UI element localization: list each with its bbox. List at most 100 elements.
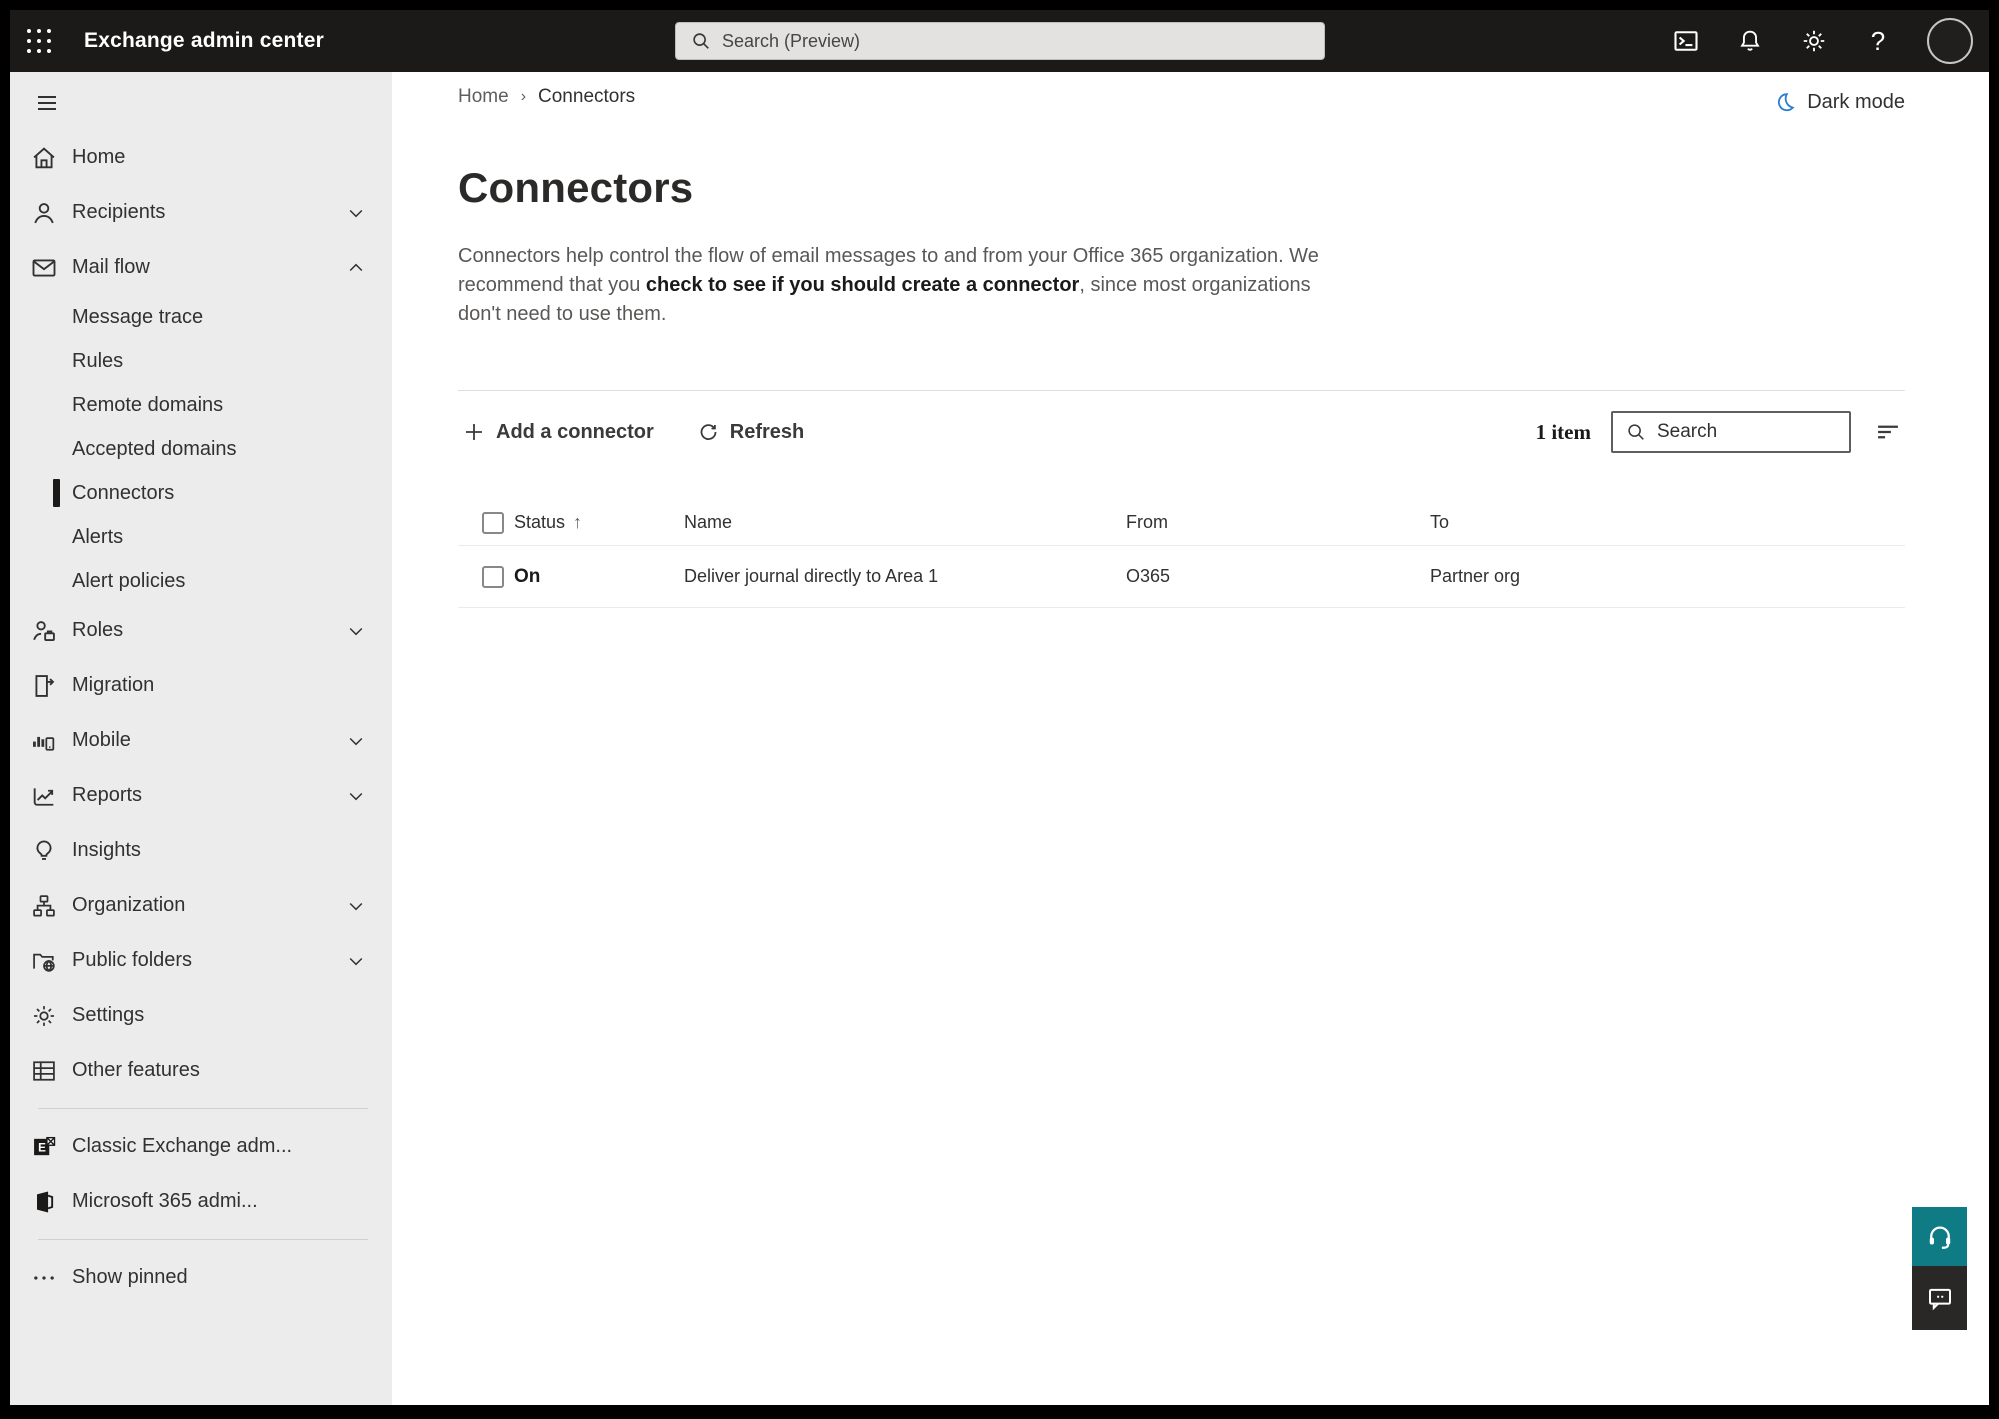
sidebar-item-organization[interactable]: Organization bbox=[10, 878, 392, 933]
filter-icon[interactable] bbox=[1871, 415, 1905, 449]
home-icon bbox=[30, 144, 58, 172]
help-icon[interactable]: ? bbox=[1863, 26, 1893, 56]
topbar: Exchange admin center Search (Preview) ? bbox=[10, 10, 1989, 72]
select-all-checkbox[interactable] bbox=[482, 511, 504, 534]
page-title: Connectors bbox=[458, 164, 694, 211]
table-grid-icon bbox=[30, 1057, 58, 1085]
sidebar-item-other-features[interactable]: Other features bbox=[10, 1043, 392, 1098]
chat-bubble-icon bbox=[1925, 1283, 1955, 1313]
sidebar-item-mobile[interactable]: Mobile bbox=[10, 713, 392, 768]
refresh-icon bbox=[696, 420, 720, 444]
sidebar-item-insights[interactable]: Insights bbox=[10, 823, 392, 878]
search-icon bbox=[1625, 421, 1647, 443]
connector-from: O365 bbox=[1126, 566, 1171, 586]
row-checkbox[interactable] bbox=[482, 565, 504, 588]
main-content: Home › Connectors Dark mode Connectors C… bbox=[392, 72, 1989, 1405]
sidebar-item-label: Microsoft 365 admi... bbox=[72, 1190, 258, 1212]
settings-gear-icon[interactable] bbox=[1799, 26, 1829, 56]
item-count: 1 item bbox=[1535, 419, 1591, 444]
avatar[interactable] bbox=[1927, 18, 1973, 64]
sidebar-item-label: Roles bbox=[72, 619, 124, 641]
app-launcher-button[interactable] bbox=[10, 10, 68, 72]
sidebar-item-label: Insights bbox=[72, 839, 141, 861]
sidebar-item-message-trace[interactable]: Message trace bbox=[10, 295, 392, 339]
sidebar-item-roles[interactable]: Roles bbox=[10, 603, 392, 658]
chevron-down-icon bbox=[346, 203, 366, 223]
plus-icon bbox=[462, 420, 486, 444]
collapse-nav-button[interactable] bbox=[32, 88, 66, 118]
breadcrumb-chevron-icon: › bbox=[520, 88, 527, 105]
exchange-admin-window: Exchange admin center Search (Preview) ?… bbox=[10, 10, 1989, 1405]
sidebar-item-recipients[interactable]: Recipients bbox=[10, 185, 392, 240]
headset-icon bbox=[1925, 1222, 1955, 1252]
chevron-down-icon bbox=[346, 731, 366, 751]
chevron-down-icon bbox=[346, 621, 366, 641]
sidebar-item-mail-flow[interactable]: Mail flow bbox=[10, 240, 392, 295]
notifications-bell-icon[interactable] bbox=[1735, 26, 1765, 56]
refresh-button[interactable]: Refresh bbox=[692, 414, 808, 450]
table-row[interactable]: On Deliver journal directly to Area 1 O3… bbox=[458, 545, 1905, 608]
line-chart-icon bbox=[30, 782, 58, 810]
sidebar-item-accepted-domains[interactable]: Accepted domains bbox=[10, 427, 392, 471]
app-launcher-icon bbox=[26, 28, 53, 55]
table-header-row: Status ↑ Name From To bbox=[458, 500, 1905, 545]
sidebar-item-label: Migration bbox=[72, 674, 155, 696]
column-header-from[interactable]: From bbox=[1126, 512, 1430, 533]
breadcrumb: Home › Connectors bbox=[458, 86, 635, 108]
sidebar-item-rules[interactable]: Rules bbox=[10, 339, 392, 383]
description-link[interactable]: check to see if you should create a conn… bbox=[646, 274, 1079, 296]
sidebar-item-label: Mail flow bbox=[72, 256, 150, 278]
search-icon bbox=[690, 30, 712, 52]
add-connector-button[interactable]: Add a connector bbox=[458, 414, 658, 450]
global-search-input[interactable] bbox=[722, 30, 1293, 52]
dark-mode-toggle[interactable]: Dark mode bbox=[1773, 90, 1905, 114]
chevron-down-icon bbox=[346, 896, 366, 916]
sidebar-item-label: Reports bbox=[72, 784, 143, 806]
selected-indicator bbox=[53, 479, 60, 507]
sidebar-item-public-folders[interactable]: Public folders bbox=[10, 933, 392, 988]
classic-exchange-logo-icon: E bbox=[30, 1133, 58, 1161]
sidebar-item-label: Settings bbox=[72, 1004, 145, 1026]
feedback-chat-button[interactable] bbox=[1912, 1266, 1967, 1330]
hamburger-icon bbox=[38, 96, 56, 110]
sidebar-divider bbox=[38, 1239, 368, 1240]
sidebar-item-label: Public folders bbox=[72, 949, 193, 971]
svg-text:E: E bbox=[38, 1141, 46, 1154]
sidebar-item-label: Classic Exchange adm... bbox=[72, 1135, 293, 1157]
column-header-status[interactable]: Status bbox=[514, 512, 565, 533]
sidebar-item-alerts[interactable]: Alerts bbox=[10, 515, 392, 559]
sidebar-item-show-pinned[interactable]: Show pinned bbox=[10, 1250, 392, 1305]
sidebar-item-settings[interactable]: Settings bbox=[10, 988, 392, 1043]
sidebar-item-reports[interactable]: Reports bbox=[10, 768, 392, 823]
sidebar-item-microsoft-365-admin[interactable]: Microsoft 365 admi... bbox=[10, 1174, 392, 1229]
sidebar-item-home[interactable]: Home bbox=[10, 130, 392, 185]
sidebar-item-connectors[interactable]: Connectors bbox=[10, 471, 392, 515]
section-divider bbox=[458, 390, 1905, 391]
sidebar-item-alert-policies[interactable]: Alert policies bbox=[10, 559, 392, 603]
column-header-to[interactable]: To bbox=[1430, 512, 1905, 533]
lightbulb-icon bbox=[30, 837, 58, 865]
sidebar-item-remote-domains[interactable]: Remote domains bbox=[10, 383, 392, 427]
sidebar-item-label: Alerts bbox=[72, 525, 124, 548]
sidebar-item-label: Mobile bbox=[72, 729, 131, 751]
sidebar-item-classic-exchange[interactable]: E Classic Exchange adm... bbox=[10, 1119, 392, 1174]
sidebar-item-label: Other features bbox=[72, 1059, 200, 1081]
connector-to: Partner org bbox=[1430, 566, 1521, 586]
ellipsis-icon bbox=[30, 1264, 58, 1292]
breadcrumb-current: Connectors bbox=[538, 86, 636, 107]
moon-icon bbox=[1773, 90, 1797, 114]
list-search-input[interactable] bbox=[1657, 421, 1827, 443]
list-search-box[interactable] bbox=[1611, 411, 1851, 453]
sort-ascending-icon[interactable]: ↑ bbox=[573, 512, 582, 533]
connectors-table: Status ↑ Name From To On Deliver journal… bbox=[458, 500, 1905, 608]
connector-name[interactable]: Deliver journal directly to Area 1 bbox=[684, 566, 1126, 587]
sidebar-item-label: Accepted domains bbox=[72, 437, 237, 460]
breadcrumb-home-link[interactable]: Home bbox=[458, 86, 509, 108]
gear-icon bbox=[30, 1002, 58, 1030]
mobile-chart-icon bbox=[30, 727, 58, 755]
column-header-name[interactable]: Name bbox=[684, 512, 1126, 533]
sidebar-item-migration[interactable]: Migration bbox=[10, 658, 392, 713]
help-support-button[interactable] bbox=[1912, 1207, 1967, 1266]
global-search-box[interactable] bbox=[675, 22, 1325, 60]
powershell-icon[interactable] bbox=[1671, 26, 1701, 56]
